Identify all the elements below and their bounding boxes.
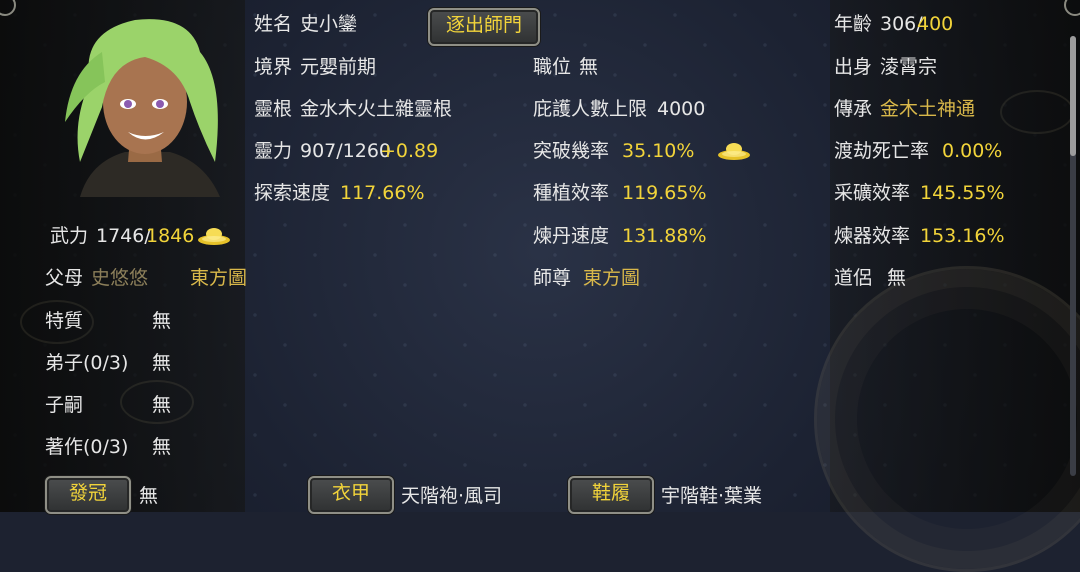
origin-value: 淩霄宗 (880, 56, 938, 78)
parent-mother[interactable]: 史悠悠 (91, 266, 148, 290)
protect-limit-value: 4000 (657, 98, 706, 120)
inheritance-value[interactable]: 金木土神通 (880, 97, 975, 121)
scrollbar-thumb[interactable] (1070, 36, 1076, 156)
combat-label: 武力 (50, 225, 89, 247)
post-label: 職位 (533, 56, 572, 78)
gold-ingot-icon[interactable] (197, 225, 231, 247)
spirit-power-bonus: +0.89 (380, 140, 439, 162)
forging-value: 153.16% (920, 225, 1005, 247)
realm-label: 境界 (254, 56, 293, 78)
works-label: 著作(0/3) (45, 436, 129, 458)
forging-label: 煉器效率 (834, 225, 911, 247)
shoes-value: 宇階鞋·葉業 (661, 485, 763, 507)
shoes-slot-button[interactable]: 鞋履 (568, 476, 654, 514)
spirit-root-label: 靈根 (254, 98, 293, 120)
spirit-power-label: 靈力 (254, 140, 293, 162)
parent-father[interactable]: 東方圖 (190, 266, 247, 290)
breakthrough-label: 突破幾率 (533, 140, 610, 162)
age-max: 400 (917, 13, 954, 35)
partner-label: 道侶 (834, 267, 873, 289)
cloud-decoration (1000, 90, 1074, 134)
alchemy-label: 煉丹速度 (533, 225, 610, 247)
parents-label: 父母 (45, 267, 84, 289)
hat-value: 無 (139, 485, 159, 507)
combat-max: 1846 (146, 225, 195, 247)
tribulation-death-label: 渡劫死亡率 (834, 140, 930, 162)
explore-speed-label: 探索速度 (254, 182, 331, 204)
inheritance-label: 傳承 (834, 98, 873, 120)
hat-slot-button[interactable]: 發冠 (45, 476, 131, 514)
disciples-value: 無 (152, 352, 172, 374)
combat-current: 1746/ (96, 225, 151, 247)
character-name: 史小鑾 (300, 13, 358, 35)
mining-value: 145.55% (920, 182, 1005, 204)
origin-label: 出身 (834, 56, 873, 78)
heir-label: 子嗣 (45, 394, 84, 416)
age-label: 年齡 (834, 13, 873, 35)
protect-limit-label: 庇護人數上限 (533, 98, 648, 120)
character-portrait (65, 19, 220, 197)
breakthrough-value: 35.10% (622, 140, 695, 162)
partner-value: 無 (887, 267, 907, 289)
realm-value: 元嬰前期 (300, 56, 377, 78)
spirit-power-value: 907/1260 (300, 140, 392, 162)
master-value[interactable]: 東方圖 (583, 266, 640, 290)
disciples-label: 弟子(0/3) (45, 352, 129, 374)
planting-label: 種植效率 (533, 182, 610, 204)
heir-value: 無 (152, 394, 172, 416)
expel-from-sect-button[interactable]: 逐出師門 (428, 8, 540, 46)
explore-speed-value: 117.66% (340, 182, 425, 204)
tribulation-death-value: 0.00% (942, 140, 1003, 162)
gold-ingot-icon[interactable] (717, 140, 751, 162)
works-value: 無 (152, 436, 172, 458)
alchemy-value: 131.88% (622, 225, 707, 247)
traits-value: 無 (152, 310, 172, 332)
master-label: 師尊 (533, 267, 572, 289)
armor-value: 天階袍·風司 (401, 485, 503, 507)
armor-slot-button[interactable]: 衣甲 (308, 476, 394, 514)
traits-label: 特質 (45, 310, 84, 332)
name-label: 姓名 (254, 13, 293, 35)
mining-label: 采礦效率 (834, 182, 911, 204)
planting-value: 119.65% (622, 182, 707, 204)
spirit-root-value: 金水木火土雜靈根 (300, 98, 453, 120)
post-value: 無 (579, 56, 599, 78)
